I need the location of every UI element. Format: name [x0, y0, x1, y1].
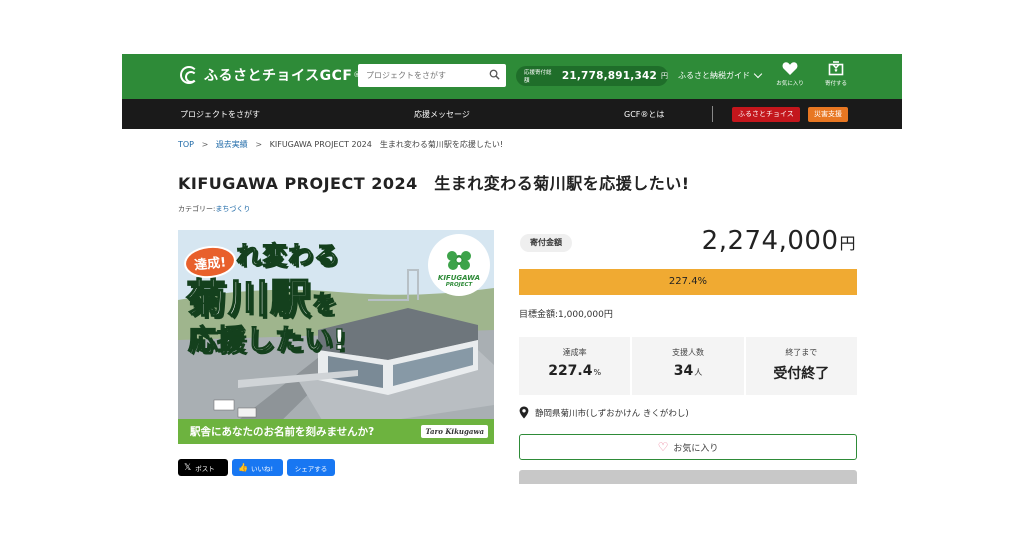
- thumbs-up-icon: 👍: [238, 463, 248, 472]
- stat-value: 受付終了: [746, 363, 857, 383]
- stat-value-number: 34: [673, 363, 694, 379]
- header-donate-button[interactable]: 寄付する: [818, 61, 854, 93]
- search-box: [358, 64, 506, 87]
- stat-label: 支援人数: [671, 348, 704, 357]
- breadcrumb-separator: >: [255, 140, 263, 149]
- location-text: 静岡県菊川市(しずおかけん きくがわし): [535, 408, 689, 419]
- hero-headline-station: 菊川駅: [185, 275, 312, 322]
- x-logo-icon: 𝕏: [184, 462, 192, 473]
- logo-icon: [180, 66, 198, 84]
- breadcrumb-separator: >: [201, 140, 209, 149]
- search-icon[interactable]: [489, 69, 500, 80]
- nav-badge-disaster-support[interactable]: 災害支援: [808, 107, 848, 122]
- progress-bar: 227.4%: [519, 269, 857, 295]
- breadcrumb-top[interactable]: TOP: [178, 140, 194, 149]
- donation-amount-label: 寄付金額: [520, 234, 572, 252]
- map-pin-icon: [519, 406, 529, 419]
- donation-amount: 2,274,000円: [702, 226, 856, 256]
- project-hero-image: れ変わる 菊川駅を 応援したい! 達成! KIFUGAWA PROJECT 駅舎…: [178, 230, 494, 444]
- like-label: いいね!: [250, 464, 274, 473]
- stat-value-number: 227.4: [548, 363, 593, 379]
- page-title: KIFUGAWA PROJECT 2024 生まれ変わる菊川駅を応援したい!: [178, 174, 690, 193]
- category-label: カテゴリー:: [178, 205, 216, 213]
- hero-message-band: 駅舎にあなたのお名前を刻みませんか? Taro Kikugawa: [178, 419, 494, 444]
- stat-label: 達成率: [562, 348, 587, 357]
- progress-percent: 227.4%: [668, 276, 708, 287]
- hero-signature-plate: Taro Kikugawa: [421, 425, 488, 438]
- donate-disabled-button[interactable]: [519, 470, 857, 484]
- chevron-down-icon: [753, 69, 763, 79]
- stat-time-remaining: 終了まで 受付終了: [745, 337, 857, 395]
- facebook-share-button[interactable]: シェアする: [287, 459, 335, 476]
- donate-label: 寄付する: [824, 81, 847, 87]
- breadcrumb-current: KIFUGAWA PROJECT 2024 生まれ変わる菊川駅を応援したい!: [269, 140, 504, 149]
- nav-about-gcf[interactable]: GCF®とは: [624, 109, 664, 120]
- hero-message: 駅舎にあなたのお名前を刻みませんか?: [190, 426, 375, 438]
- breadcrumb: TOP > 過去実績 > KIFUGAWA PROJECT 2024 生まれ変わ…: [178, 139, 503, 150]
- goal-amount: 目標金額:1,000,000円: [519, 310, 613, 320]
- breadcrumb-past[interactable]: 過去実績: [216, 140, 248, 149]
- kifugawa-project-logo: KIFUGAWA PROJECT: [428, 234, 490, 296]
- share-x-label: ポスト: [195, 464, 215, 473]
- nav-messages[interactable]: 応援メッセージ: [414, 109, 470, 120]
- hero-headline-particle: を: [311, 289, 338, 318]
- total-donations-value: 21,778,891,342: [561, 70, 657, 82]
- stat-value: 34人: [632, 363, 743, 379]
- search-input[interactable]: [358, 65, 482, 86]
- hero-headline-line3: 応援したい!: [187, 322, 347, 356]
- nav-divider: [712, 106, 713, 122]
- site-logo[interactable]: ふるさとチョイスGCF ®: [180, 65, 361, 85]
- logo-project-text: PROJECT: [445, 282, 473, 288]
- total-donations-badge: 応援寄付総額 21,778,891,342 円: [516, 66, 668, 86]
- kifugawa-flower-icon: [447, 251, 471, 270]
- heart-icon: [782, 62, 798, 75]
- furusato-guide-menu[interactable]: ふるさと納税ガイド: [678, 69, 763, 81]
- donate-box-icon: [828, 61, 844, 76]
- favorites-label: お気に入り: [776, 81, 804, 87]
- page: ふるさとチョイスGCF ® 応援寄付総額 21,778,891,342 円 ふる…: [122, 54, 902, 484]
- header-favorites-button[interactable]: お気に入り: [772, 61, 808, 93]
- stat-value-unit: 人: [694, 368, 703, 377]
- logo-kifugawa-text: KIFUGAWA: [437, 274, 481, 282]
- heart-outline-icon: ♡: [657, 440, 669, 454]
- guide-label: ふるさと納税ガイド: [678, 71, 750, 80]
- category-line: カテゴリー:まちづくり: [178, 204, 250, 214]
- main-nav: プロジェクトをさがす 応援メッセージ GCF®とは ふるさとチョイス 災害支援: [122, 99, 902, 129]
- donation-amount-value: 2,274,000: [701, 226, 839, 256]
- add-to-favorites-label: お気に入り: [673, 443, 719, 454]
- stat-value-number: 受付終了: [773, 366, 830, 382]
- facebook-like-button[interactable]: 👍 いいね!: [232, 459, 283, 476]
- stat-value-unit: %: [593, 368, 602, 377]
- stats-grid: 達成率 227.4% 支援人数 34人 終了まで 受付終了: [519, 337, 857, 395]
- nav-badge-furusato-choice[interactable]: ふるさとチョイス: [732, 107, 800, 122]
- project-location: 静岡県菊川市(しずおかけん きくがわし): [519, 406, 689, 419]
- stat-label: 終了まで: [785, 348, 818, 357]
- total-donations-label: 応援寄付総額: [524, 70, 552, 84]
- stat-value: 227.4%: [519, 363, 630, 379]
- total-donations-unit: 円: [661, 72, 668, 80]
- top-header: ふるさとチョイスGCF ® 応援寄付総額 21,778,891,342 円 ふる…: [122, 54, 902, 99]
- add-to-favorites-button[interactable]: ♡ お気に入り: [519, 434, 857, 460]
- donation-amount-unit: 円: [839, 234, 856, 253]
- category-link[interactable]: まちづくり: [215, 205, 250, 213]
- logo-text: ふるさとチョイスGCF: [204, 68, 353, 84]
- stat-supporters: 支援人数 34人: [632, 337, 744, 395]
- share-label: シェアする: [294, 464, 328, 473]
- nav-find-projects[interactable]: プロジェクトをさがす: [180, 109, 260, 120]
- share-x-button[interactable]: 𝕏 ポスト: [178, 459, 228, 476]
- stat-achievement-rate: 達成率 227.4%: [519, 337, 631, 395]
